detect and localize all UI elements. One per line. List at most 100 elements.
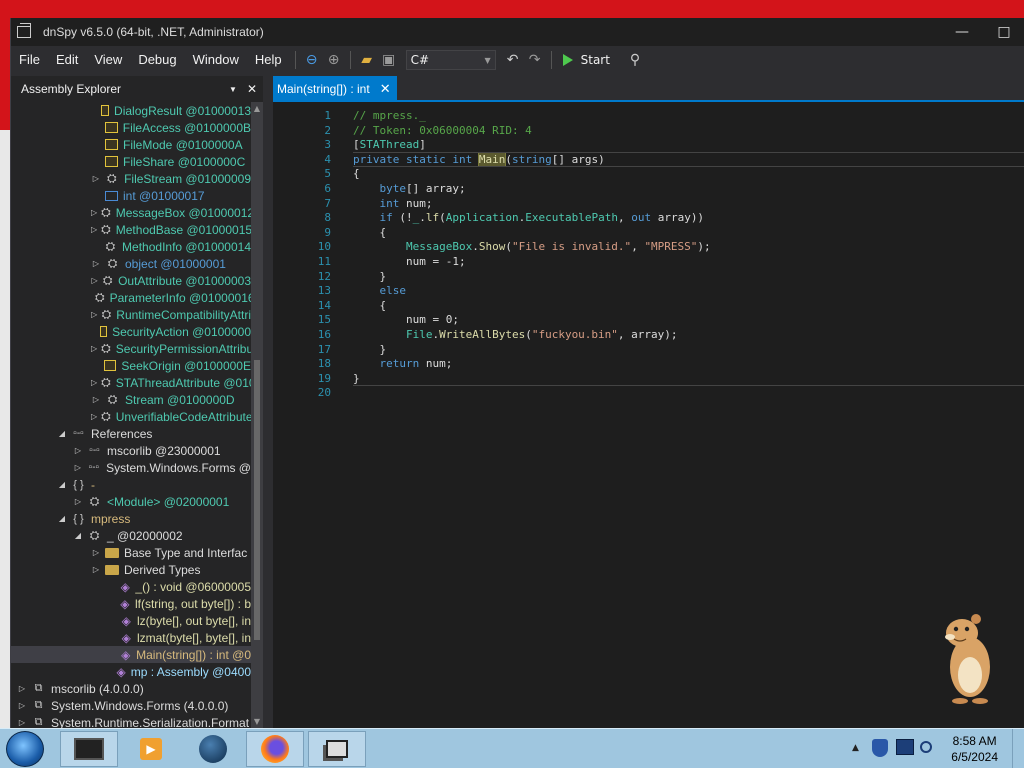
tree-node[interactable]: ▷ Derived Types: [11, 561, 251, 578]
tree-node[interactable]: ▷ ⛭ MethodBase @01000015: [11, 221, 251, 238]
explorer-scrollbar[interactable]: ▲ ▼: [251, 102, 263, 728]
navigate-back-icon[interactable]: ⊖: [301, 49, 323, 71]
expander-icon[interactable]: ▷: [91, 378, 97, 387]
expander-icon[interactable]: ▷: [91, 412, 97, 421]
tree-node[interactable]: FileAccess @0100000B: [11, 119, 251, 136]
tree-node[interactable]: ◢ { } -: [11, 476, 251, 493]
undo-icon[interactable]: ↶: [502, 49, 524, 71]
taskbar-item-firefox[interactable]: [246, 731, 304, 767]
taskbar-item-app[interactable]: [60, 731, 118, 767]
menu-edit[interactable]: Edit: [48, 46, 86, 74]
tree-node[interactable]: ▷ ⛭ UnverifiableCodeAttribute: [11, 408, 251, 425]
expander-icon[interactable]: ▷: [91, 174, 101, 183]
expander-icon[interactable]: ▷: [17, 701, 27, 710]
navigate-forward-icon[interactable]: ⊕: [323, 49, 345, 71]
menu-view[interactable]: View: [86, 46, 130, 74]
tree-node[interactable]: ▷ ⛭ object @01000001: [11, 255, 251, 272]
start-menu-button[interactable]: [6, 731, 44, 767]
tree-node[interactable]: ▷ ⛭ FileStream @01000009: [11, 170, 251, 187]
volume-icon[interactable]: [920, 741, 932, 753]
expander-icon[interactable]: ▷: [73, 497, 83, 506]
tree-node[interactable]: SeekOrigin @0100000E: [11, 357, 251, 374]
tree-node[interactable]: DialogResult @01000013: [11, 102, 251, 119]
tree-node[interactable]: ▷ ⛭ OutAttribute @01000003: [11, 272, 251, 289]
pane-menu-chevron-icon[interactable]: ▼: [229, 85, 237, 94]
tree-node[interactable]: ◈ _() : void @06000005: [11, 578, 251, 595]
tree-node[interactable]: ⛭ ParameterInfo @01000016: [11, 289, 251, 306]
tree-node[interactable]: ◈ lzmat(byte[], byte[], in: [11, 629, 251, 646]
maximize-button[interactable]: □: [983, 18, 1024, 46]
expander-icon[interactable]: ▷: [73, 463, 83, 472]
search-icon[interactable]: ⚲: [624, 49, 646, 71]
tree-node[interactable]: ▷ ▫-▫ mscorlib @23000001: [11, 442, 251, 459]
tree-node[interactable]: ▷ ⛭ Stream @0100000D: [11, 391, 251, 408]
language-select[interactable]: C# ▼: [405, 50, 496, 70]
expander-icon[interactable]: ◢: [57, 480, 67, 489]
tree-node[interactable]: SecurityAction @0100000: [11, 323, 251, 340]
save-icon[interactable]: ▣: [378, 49, 400, 71]
expander-icon[interactable]: ▷: [17, 718, 27, 727]
assembly-tree[interactable]: DialogResult @01000013 FileAccess @010000…: [11, 102, 251, 728]
menu-file[interactable]: File: [11, 46, 48, 74]
scrollbar-thumb[interactable]: [254, 360, 260, 640]
code-text[interactable]: // mpress._// Token: 0x06000004 RID: 4 [S…: [339, 104, 1024, 728]
tree-node[interactable]: ◢ ⛭ _ @02000002: [11, 527, 251, 544]
menu-window[interactable]: Window: [185, 46, 247, 74]
expander-icon[interactable]: ▷: [91, 548, 101, 557]
redo-icon[interactable]: ↷: [524, 49, 546, 71]
scroll-down-icon[interactable]: ▼: [251, 717, 263, 726]
taskbar-item-windows[interactable]: [308, 731, 366, 767]
taskbar-item-media[interactable]: ▶: [122, 731, 180, 767]
tree-node[interactable]: ▷ Base Type and Interfac: [11, 544, 251, 561]
taskbar-item-browser[interactable]: [184, 731, 242, 767]
tree-node[interactable]: ▷ ⧉ System.Runtime.Serialization.Format: [11, 714, 251, 729]
close-tab-icon[interactable]: ✕: [380, 81, 391, 97]
expander-icon[interactable]: ◢: [57, 514, 67, 523]
code-editor[interactable]: 1 2 3 4 5 6 7 8 9 10 11 12 13 14 15 16 17 18 19 20 // mpres…: [273, 104, 1024, 728]
expander-icon[interactable]: ▷: [91, 276, 98, 285]
title-bar[interactable]: dnSpy v6.5.0 (64-bit, .NET, Administrato…: [11, 18, 1024, 46]
tree-node[interactable]: ◢ { } mpress: [11, 510, 251, 527]
tree-node[interactable]: int @01000017: [11, 187, 251, 204]
start-debugging-button[interactable]: Start: [562, 53, 610, 67]
tree-node[interactable]: ▷ ▫-▫ System.Windows.Forms @: [11, 459, 251, 476]
tree-node[interactable]: ▷ ⛭ <Module> @02000001: [11, 493, 251, 510]
expander-icon[interactable]: ▷: [73, 446, 83, 455]
expander-icon[interactable]: ▷: [91, 395, 101, 404]
tree-node[interactable]: ▷ ⧉ mscorlib (4.0.0.0): [11, 680, 251, 697]
expander-icon[interactable]: ▷: [91, 208, 97, 217]
expander-icon[interactable]: ▷: [91, 310, 98, 319]
tree-node[interactable]: ▷ ⛭ STAThreadAttribute @010: [11, 374, 251, 391]
tree-node[interactable]: ▷ ⛭ MessageBox @01000012: [11, 204, 251, 221]
expander-icon[interactable]: ◢: [73, 531, 83, 540]
tree-node[interactable]: FileShare @0100000C: [11, 153, 251, 170]
tree-node[interactable]: ▷ ⛭ RuntimeCompatibilityAttri: [11, 306, 251, 323]
taskbar-clock[interactable]: 8:58 AM 6/5/2024: [951, 733, 998, 765]
tree-node[interactable]: ◢ ▫-▫ References: [11, 425, 251, 442]
expander-icon[interactable]: ▷: [91, 565, 101, 574]
tree-node[interactable]: ⛭ MethodInfo @01000014: [11, 238, 251, 255]
close-pane-icon[interactable]: ✕: [247, 82, 257, 96]
show-desktop-button[interactable]: [1012, 729, 1024, 768]
minimize-button[interactable]: —: [941, 18, 983, 46]
tree-node[interactable]: ◈ mp : Assembly @0400: [11, 663, 251, 680]
open-folder-icon[interactable]: ▰: [356, 49, 378, 71]
tree-node[interactable]: ▷ ⛭ SecurityPermissionAttribu: [11, 340, 251, 357]
expander-icon[interactable]: ▷: [91, 344, 97, 353]
tree-node[interactable]: ◈ lf(string, out byte[]) : b: [11, 595, 251, 612]
tree-node[interactable]: FileMode @0100000A: [11, 136, 251, 153]
expander-icon[interactable]: ◢: [57, 429, 67, 438]
network-icon[interactable]: [896, 739, 914, 755]
menu-debug[interactable]: Debug: [130, 46, 184, 74]
expander-icon[interactable]: ▷: [17, 684, 27, 693]
security-shield-icon[interactable]: [872, 739, 888, 757]
scroll-up-icon[interactable]: ▲: [251, 104, 263, 113]
tray-expand-icon[interactable]: ▲: [852, 743, 859, 753]
tree-node[interactable]: ◈ Main(string[]) : int @0: [11, 646, 251, 663]
expander-icon[interactable]: ▷: [91, 259, 101, 268]
menu-help[interactable]: Help: [247, 46, 290, 74]
tab-main-method[interactable]: Main(string[]) : int ✕: [273, 76, 397, 102]
tree-node[interactable]: ◈ lz(byte[], out byte[], in: [11, 612, 251, 629]
tree-node[interactable]: ▷ ⧉ System.Windows.Forms (4.0.0.0): [11, 697, 251, 714]
expander-icon[interactable]: ▷: [91, 225, 97, 234]
